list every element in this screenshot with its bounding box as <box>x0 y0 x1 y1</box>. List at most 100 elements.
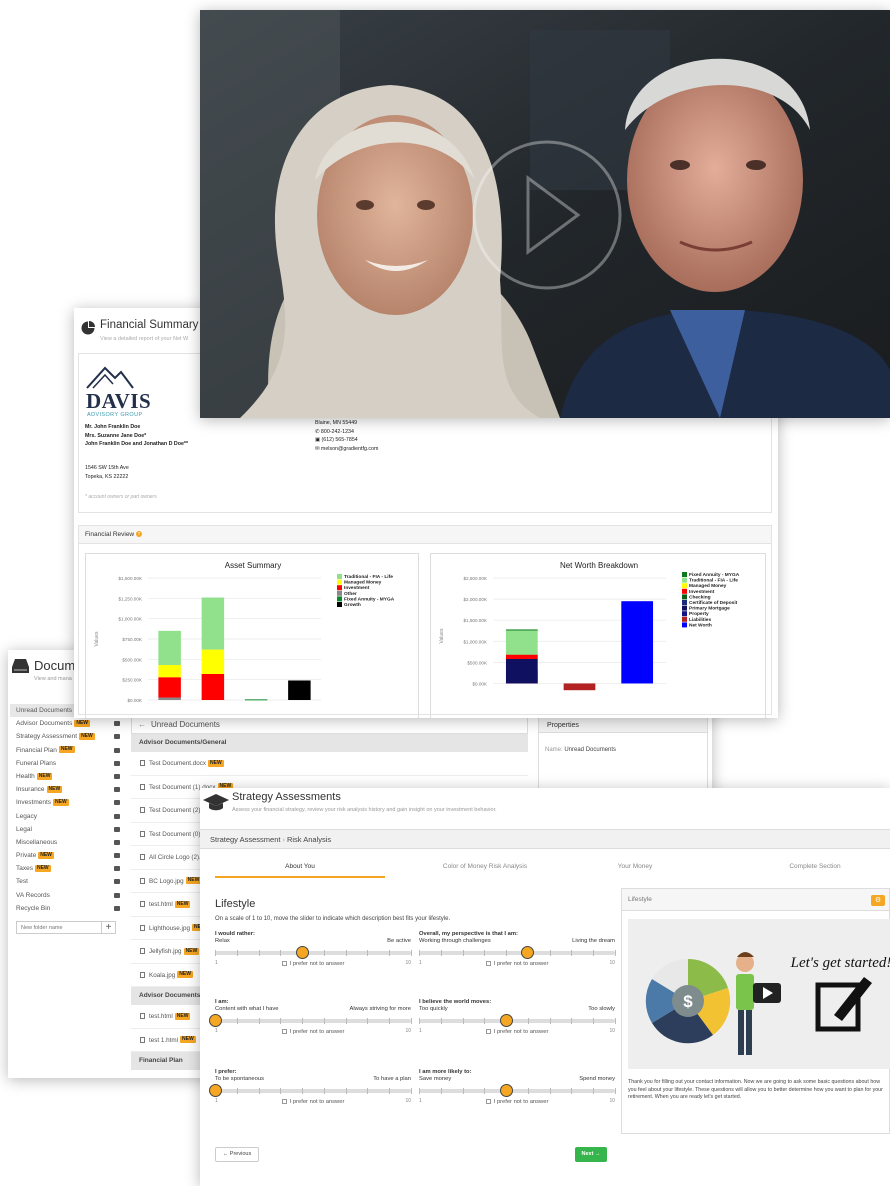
bar-segment[interactable] <box>244 699 268 701</box>
prefer-not-answer[interactable]: I prefer not to answer <box>215 961 411 967</box>
fax-value: (612) 565-7854 <box>321 437 358 443</box>
folder-item[interactable]: VA Records <box>10 889 126 902</box>
scale-max: 10 <box>609 1028 615 1034</box>
prefer-not-checkbox[interactable] <box>485 1029 491 1034</box>
folder-item[interactable]: Strategy Assessment NEW <box>10 730 126 743</box>
slider-handle[interactable] <box>208 1014 222 1027</box>
slider[interactable] <box>208 1084 412 1098</box>
play-video-icon[interactable] <box>753 983 781 1003</box>
folder-item[interactable]: Financial Plan NEW <box>10 744 126 757</box>
folder-label: Strategy Assessment <box>16 733 78 741</box>
video-player[interactable] <box>200 10 890 418</box>
bar-segment[interactable] <box>158 697 181 700</box>
breadcrumb-strategy[interactable]: Strategy Assessment <box>210 835 280 844</box>
slider-handle[interactable] <box>521 946 535 959</box>
slider-question: I am more likely to: Save money Spend mone… <box>419 1069 616 1105</box>
bar-segment[interactable] <box>288 680 311 700</box>
slider[interactable] <box>215 946 412 960</box>
folder-item[interactable]: Legal <box>10 823 126 836</box>
prefer-not-answer[interactable]: I prefer not to answer <box>419 1099 615 1105</box>
add-folder-button[interactable]: + <box>102 921 116 934</box>
folder-item[interactable]: Insurance NEW <box>10 783 126 796</box>
bar-segment[interactable] <box>201 597 225 650</box>
help-icon[interactable]: ? <box>135 531 142 538</box>
slider[interactable] <box>419 1084 616 1098</box>
file-row[interactable]: Test Document.docx NEW <box>131 752 528 776</box>
folder-label: Miscellaneous <box>16 838 58 846</box>
folder-icon <box>114 866 120 872</box>
bar-segment[interactable] <box>201 673 225 700</box>
back-arrow-icon[interactable]: ← <box>138 720 146 729</box>
bar-segment[interactable] <box>505 654 538 659</box>
owner-name: Mr. John Franklin Doe <box>85 424 141 430</box>
tab-your-money[interactable]: Your Money <box>575 858 695 878</box>
question-label: I would rather: <box>215 931 255 937</box>
bar-segment[interactable] <box>201 649 225 674</box>
tab-color-of-money[interactable]: Color of Money Risk Analysis <box>400 858 570 878</box>
folder-item[interactable]: Legacy <box>10 810 126 823</box>
email-value[interactable]: melson@gradientfg.com <box>321 446 379 452</box>
prefer-not-answer[interactable]: I prefer not to answer <box>215 1099 411 1105</box>
prefer-not-checkbox[interactable] <box>485 961 491 966</box>
prefer-not-label: I prefer not to answer <box>289 961 345 968</box>
folder-icon <box>114 853 120 859</box>
folder-item[interactable]: Taxes NEW <box>10 862 126 875</box>
breadcrumb-risk[interactable]: Risk Analysis <box>287 835 331 844</box>
legend-swatch <box>337 574 342 579</box>
folder-label: Recycle Bin <box>16 904 51 912</box>
legend-label: Traditional - FIA - Life <box>689 578 738 584</box>
bar-segment[interactable] <box>621 601 654 684</box>
slider[interactable] <box>419 1014 616 1028</box>
folder-item[interactable]: Recycle Bin <box>10 902 126 915</box>
folder-icon <box>114 892 120 898</box>
bar-segment[interactable] <box>158 665 181 678</box>
slider-handle[interactable] <box>499 1014 513 1027</box>
tab-about-you[interactable]: About You <box>215 858 385 878</box>
new-badge: NEW <box>74 719 91 727</box>
financial-summary-title: Financial Summary Re <box>100 319 217 331</box>
bar-segment[interactable] <box>158 630 181 666</box>
folder-item[interactable]: Miscellaneous <box>10 836 126 849</box>
bar-segment[interactable] <box>158 677 181 698</box>
slider-tick <box>506 950 508 956</box>
slider[interactable] <box>419 946 616 960</box>
bar-segment[interactable] <box>563 683 596 691</box>
folder-item[interactable]: Private NEW <box>10 849 126 862</box>
legend-swatch <box>682 588 687 594</box>
folder-icon <box>114 760 120 766</box>
prefer-not-answer[interactable]: I prefer not to answer <box>419 1029 615 1035</box>
tab-complete-section[interactable]: Complete Section <box>740 858 890 878</box>
folder-item[interactable]: Health NEW <box>10 770 126 783</box>
file-icon <box>140 830 145 837</box>
address-line: Topeka, KS 22222 <box>85 473 129 480</box>
slider-tick <box>345 950 347 956</box>
slider[interactable] <box>208 1014 412 1028</box>
next-button[interactable]: Next → <box>575 1147 607 1162</box>
lifestyle-sidebar: Lifestyle ⚙ $ Let's get started! Thank y… <box>621 888 890 1134</box>
folder-item[interactable]: Investments NEW <box>10 796 126 809</box>
prefer-not-answer[interactable]: I prefer not to answer <box>419 961 615 967</box>
question-label: I am more likely to: <box>419 1069 472 1075</box>
prefer-not-checkbox[interactable] <box>281 961 287 966</box>
bar-segment[interactable] <box>505 630 538 658</box>
slider-handle[interactable] <box>499 1084 513 1097</box>
prefer-not-answer[interactable]: I prefer not to answer <box>215 1029 411 1035</box>
bar-segment[interactable] <box>505 629 538 631</box>
advisor-email[interactable]: ✉ melson@gradientfg.com <box>315 445 378 454</box>
slider-handle[interactable] <box>295 946 309 959</box>
money-pie-icon: $ <box>645 958 731 1044</box>
prefer-not-checkbox[interactable] <box>281 1029 287 1034</box>
slider-tick <box>215 950 216 956</box>
new-folder-input[interactable] <box>16 921 102 934</box>
folder-item[interactable]: Test <box>10 875 126 888</box>
gear-icon[interactable]: ⚙ <box>871 895 885 906</box>
folder-item[interactable]: Advisor Documents NEW <box>10 717 126 730</box>
lets-get-started-video[interactable]: $ Let's get started! <box>628 919 890 1069</box>
bar-segment[interactable] <box>505 658 538 684</box>
slider-handle[interactable] <box>208 1084 222 1097</box>
folder-item[interactable]: Funeral Plans <box>10 757 126 770</box>
prefer-not-checkbox[interactable] <box>485 1099 491 1104</box>
previous-button[interactable]: ← Previous <box>215 1147 259 1162</box>
logo-name: DAVIS <box>86 389 152 413</box>
prefer-not-checkbox[interactable] <box>281 1099 287 1104</box>
